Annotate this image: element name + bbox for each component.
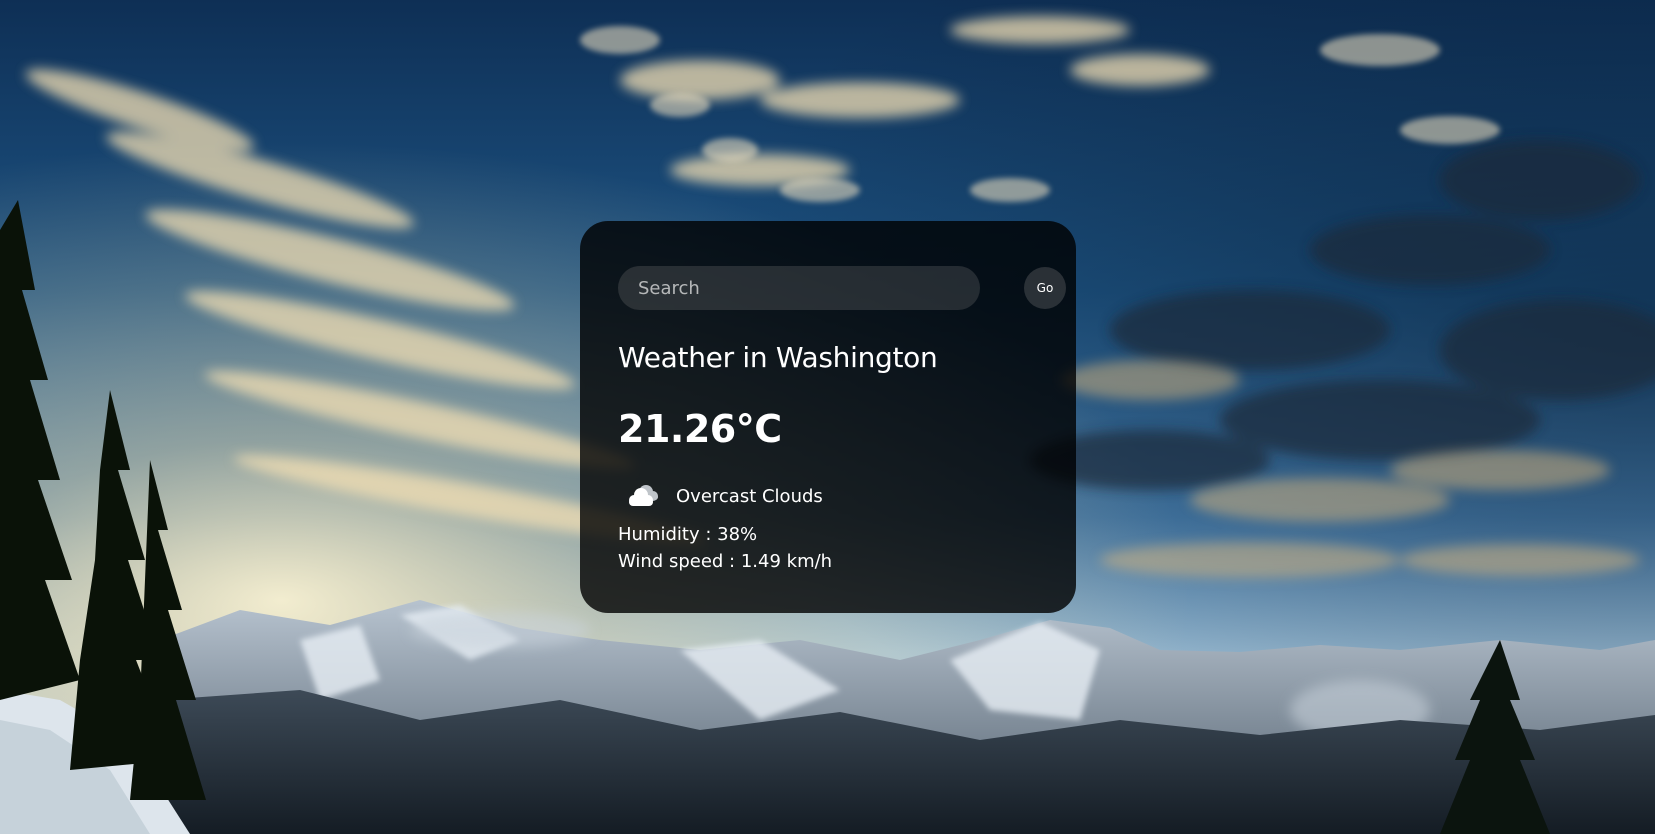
humidity-text: Humidity : 38% — [618, 524, 758, 545]
wind-speed-text: Wind speed : 1.49 km/h — [618, 551, 833, 572]
go-button[interactable]: Go — [1024, 267, 1066, 309]
search-input[interactable] — [618, 266, 980, 310]
search-bar: Go — [618, 266, 1066, 310]
weather-description: Overcast Clouds — [676, 485, 823, 507]
temperature-value: 21.26°C — [618, 407, 782, 451]
cloud-icon — [622, 481, 662, 511]
weather-card: Go Weather in Washington 21.26°C Overcas… — [580, 221, 1076, 613]
city-title: Weather in Washington — [618, 341, 938, 374]
weather-description-row: Overcast Clouds — [622, 481, 823, 511]
